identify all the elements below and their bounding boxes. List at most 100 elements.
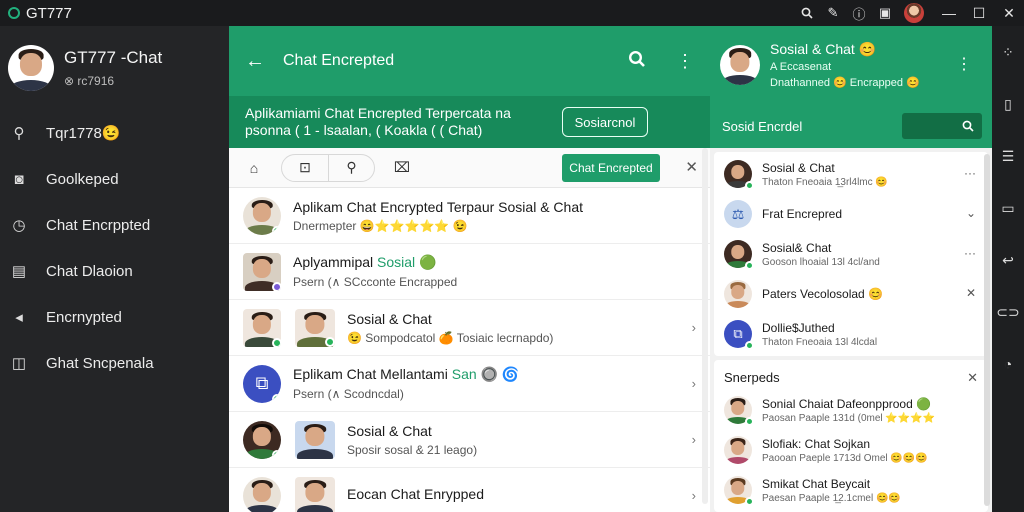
avatar xyxy=(243,196,281,235)
promo-banner: Aplikamiami Chat Encrepted Terpercata na… xyxy=(229,96,710,148)
snippets-section: Snerpeds ✕ Sonial Chaiat Dafeonpprood 🟢 … xyxy=(714,360,988,512)
list-item[interactable]: Aplyammipal Sosial 🟢 Psern (∧ SCcconte E… xyxy=(229,244,710,300)
app-title: GT777 xyxy=(0,5,72,22)
more-icon[interactable]: ⋮ xyxy=(676,51,694,72)
close-button[interactable]: ✕ xyxy=(994,0,1024,26)
chevron-right-icon[interactable]: › xyxy=(692,320,696,335)
contact-name: Paters Vecolosolad 😊 xyxy=(762,287,884,301)
sidebar-icon[interactable]: ▯ xyxy=(992,78,1024,130)
panel-icon: ▤ xyxy=(11,263,27,280)
avatar xyxy=(295,476,335,512)
list-item[interactable]: Eocan Chat Enrypped › xyxy=(229,468,710,512)
contact-name: Smikat Chat Beycait xyxy=(762,476,871,491)
user-avatar[interactable] xyxy=(904,3,924,23)
encrypted-button[interactable]: Chat Encrepted xyxy=(562,154,660,182)
document-icon[interactable]: ☰ xyxy=(992,130,1024,182)
contact-name: Slofiak: Chat Sojkan xyxy=(762,436,871,451)
pen-icon[interactable]: ✎ xyxy=(822,2,844,24)
info-icon[interactable]: ⓘ xyxy=(848,2,870,24)
trash-icon[interactable]: ⌧ xyxy=(387,155,417,181)
sidebar-item-5[interactable]: ◂ Encrnypted xyxy=(0,294,229,340)
minimize-button[interactable]: — xyxy=(934,0,964,26)
chat-title: Eplikam Chat Mellantami San 🔘 🌀 xyxy=(293,366,520,382)
lock-icon[interactable]: ⊡ xyxy=(282,155,328,181)
pin-icon[interactable]: ⚲ xyxy=(328,154,374,181)
chat-subtitle: Psern (∧ SCcconte Encrapped xyxy=(293,275,458,289)
contact-detail: Thaton Fneoaia 1̲3rl4lmc 😊 xyxy=(762,176,888,188)
sidebar-item-label: Encrnypted xyxy=(46,308,122,326)
sidebar-item-label: Chat Dlaoion xyxy=(46,262,133,280)
history-icon[interactable]: ◔ xyxy=(992,338,1024,390)
list-item[interactable]: ⧉ Eplikam Chat Mellantami San 🔘 🌀 Psern … xyxy=(229,356,710,412)
link-icon[interactable]: ⊂⊃ xyxy=(992,286,1024,338)
avatar xyxy=(295,308,335,347)
section-header: Snerpeds ✕ xyxy=(714,362,988,390)
reply-icon[interactable]: ↩ xyxy=(992,234,1024,286)
chat-title: Eocan Chat Enrypped xyxy=(347,485,484,502)
back-arrow-icon[interactable]: ← xyxy=(245,50,265,73)
list-item[interactable]: ⚖ Frat Encrepred ⌄ xyxy=(714,194,988,234)
chat-subtitle: Psern (∧ Scodncdal) xyxy=(293,387,404,401)
more-icon[interactable]: ··· xyxy=(964,166,976,180)
clock-icon: ◷ xyxy=(12,217,26,234)
contact-detail: Paesan Paaple 1̲2.1cmel 😊😊 xyxy=(762,492,901,504)
chat-title: Sosial & Chat xyxy=(347,422,432,439)
list-item[interactable]: Sosial& Chat Gooson lhoaial 13l 4cl/and … xyxy=(714,234,988,274)
chat-title: Sosial & Chat xyxy=(347,310,432,327)
sidebar-item-1[interactable]: ⚲ Tqr1778😉 xyxy=(0,110,229,156)
sidebar-item-4[interactable]: ▤ Chat Dlaoion xyxy=(0,248,229,294)
banner-line-2: psonna ( 1 - lsaalan, ( Koakla ( ( Chat) xyxy=(245,122,483,138)
list-item[interactable]: Smikat Chat Beycait Paesan Paaple 1̲2.1c… xyxy=(714,470,988,510)
close-icon[interactable]: ✕ xyxy=(966,286,976,300)
search-icon[interactable] xyxy=(796,2,818,24)
list-item[interactable]: Sosial & Chat Thaton Fneoaia 1̲3rl4lmc 😊… xyxy=(714,154,988,194)
app-name-label: GT777 xyxy=(26,4,72,22)
avatar: ⧉ xyxy=(243,364,281,403)
contact-avatar[interactable] xyxy=(720,45,760,85)
book-icon[interactable]: ▣ xyxy=(874,2,896,24)
image-icon[interactable]: ▭ xyxy=(992,182,1024,234)
contact-search-bar: Sosid Encrdel xyxy=(710,104,992,148)
chevron-down-icon[interactable]: ⌄ xyxy=(966,206,976,220)
profile-header[interactable]: GT777 -Chat ⊗ rc7916 xyxy=(0,26,229,110)
chat-subtitle: Sposir sosal & 21 leago) xyxy=(347,442,478,457)
chat-subtitle: Dnermepter 😄⭐⭐⭐⭐⭐ 😉 xyxy=(293,218,468,233)
search-icon[interactable] xyxy=(628,50,646,73)
banner-button[interactable]: Sosiarcnol xyxy=(562,107,648,137)
avatar xyxy=(243,308,281,347)
home-icon[interactable]: ⌂ xyxy=(239,155,269,181)
chevron-right-icon[interactable]: › xyxy=(692,432,696,447)
list-item[interactable]: Slofiak: Chat Sojkan Paooan Paeple 1713d… xyxy=(714,430,988,470)
profile-avatar[interactable] xyxy=(8,45,54,91)
close-icon[interactable]: ✕ xyxy=(967,370,978,386)
scrollbar[interactable] xyxy=(984,154,990,506)
banner-line-1: Aplikamiami Chat Encrepted Terpercata na xyxy=(245,105,511,121)
contact-name: Sosial& Chat xyxy=(762,240,832,255)
chat-title: Aplikam Chat Encrypted Terpaur Sosial & … xyxy=(293,198,583,215)
maximize-button[interactable]: ☐ xyxy=(964,0,994,26)
sidebar-item-label: Goolkeped xyxy=(46,170,119,188)
list-item[interactable]: Sonial Chaiat Dafeonpprood 🟢 Paosan Paap… xyxy=(714,390,988,430)
more-icon[interactable]: ··· xyxy=(964,246,976,260)
list-item[interactable]: ⧉ Dollie$Juthed Thaton Fneoaia 13l 4lcda… xyxy=(714,314,988,354)
grid-icon[interactable]: ⁘ xyxy=(992,26,1024,78)
sidebar-item-3[interactable]: ◷ Chat Encrppted xyxy=(0,202,229,248)
contact-detail: Paooan Paeple 1713d Omel 😊😊😊 xyxy=(762,452,928,464)
close-icon[interactable]: ✕ xyxy=(685,158,698,176)
scrollbar[interactable] xyxy=(702,148,708,504)
list-item[interactable]: Aplikam Chat Encrypted Terpaur Sosial & … xyxy=(229,188,710,244)
contact-list: Sosial & Chat Thaton Fneoaia 1̲3rl4lmc 😊… xyxy=(714,152,988,356)
sidebar-item-6[interactable]: ◫ Ghat Sncpenala xyxy=(0,340,229,386)
list-item[interactable]: Sosial & Chat Sposir sosal & 21 leago) › xyxy=(229,412,710,468)
chevron-right-icon[interactable]: › xyxy=(692,376,696,391)
contact-detail: Paosan Paaple 131d (0mel ⭐⭐⭐⭐ xyxy=(762,412,936,424)
book-icon: ◫ xyxy=(11,355,27,372)
chevron-right-icon[interactable]: › xyxy=(692,488,696,503)
search-button[interactable] xyxy=(902,113,982,139)
contact-line-2: Dnathanned 😊 Encrapped 😊 xyxy=(770,77,920,89)
more-icon[interactable]: ⋮ xyxy=(956,54,972,74)
sidebar-item-2[interactable]: ◙ Goolkeped xyxy=(0,156,229,202)
chat-subtitle: 😉 Sompodcatol 🍊 Tosiaic lecrnapdo) xyxy=(347,330,554,345)
list-item[interactable]: Paters Vecolosolad 😊 ✕ xyxy=(714,274,988,314)
list-item[interactable]: Sosial & Chat 😉 Sompodcatol 🍊 Tosiaic le… xyxy=(229,300,710,356)
